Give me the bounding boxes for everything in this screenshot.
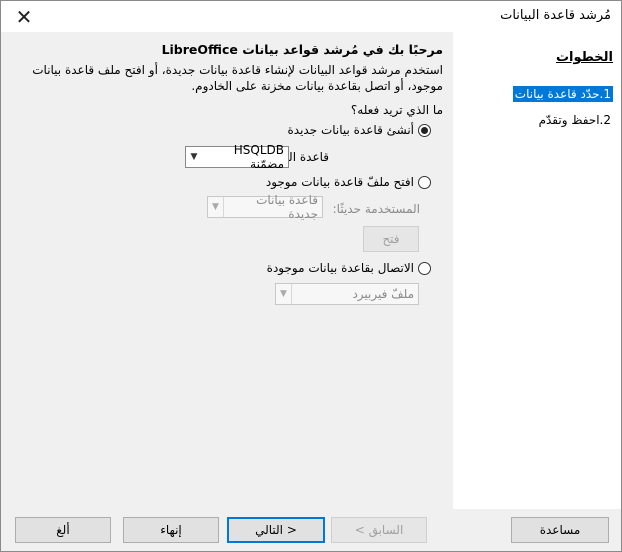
connect-type-select[interactable]: ملفّ فيربيرد ▼ — [275, 283, 419, 305]
option-connect-existing[interactable]: الاتصال بقاعدة بيانات موجودة — [267, 261, 431, 275]
window-title: مُرشد قاعدة البيانات — [500, 8, 611, 23]
recent-select[interactable]: قاعدة بيانات جديدة ▼ — [207, 193, 323, 221]
back-button[interactable]: < السابق — [331, 517, 427, 543]
steps-pane: الخطوات 1.حدّد قاعدة بيانات 2.احفظ وتقدّ… — [451, 32, 621, 510]
steps-heading: الخطوات — [555, 50, 613, 65]
welcome-heading: مرحبًا بك في مُرشد قواعد بيانات LibreOff… — [161, 42, 443, 57]
description-text: استخدم مرشد قواعد البيانات لإنشاء قاعدة … — [32, 63, 443, 93]
question-label: ما الذي تريد فعله؟ — [350, 103, 443, 117]
option-create-new-label: أنشئ قاعدة بيانات جديدة — [287, 123, 414, 137]
option-open-existing[interactable]: افتح ملفّ قاعدة بيانات موجود — [266, 175, 431, 189]
option-create-new[interactable]: أنشئ قاعدة بيانات جديدة — [287, 123, 431, 137]
option-open-existing-label: افتح ملفّ قاعدة بيانات موجود — [265, 175, 414, 189]
close-icon[interactable]: ✕ — [1, 1, 47, 32]
step-save-and-proceed[interactable]: 2.احفظ وتقدّم — [537, 112, 613, 128]
chevron-down-icon: ▼ — [190, 152, 198, 162]
step-select-database[interactable]: 1.حدّد قاعدة بيانات — [512, 86, 613, 102]
open-button[interactable]: فتح — [363, 226, 419, 252]
finish-button[interactable]: إنهاء — [123, 517, 219, 543]
chevron-down-icon: ▼ — [208, 197, 224, 217]
button-bar: مساعدة < السابق التالي > إنهاء ألغ — [1, 509, 621, 551]
help-button[interactable]: مساعدة — [511, 517, 609, 543]
chevron-down-icon: ▼ — [276, 284, 292, 304]
cancel-button[interactable]: ألغ — [15, 517, 111, 543]
recent-value: قاعدة بيانات جديدة — [256, 193, 318, 221]
title-bar: ✕ مُرشد قاعدة البيانات — [1, 1, 621, 32]
radio-create-new[interactable] — [418, 123, 431, 137]
main-content: مرحبًا بك في مُرشد قواعد بيانات LibreOff… — [1, 32, 453, 510]
next-button[interactable]: التالي > — [227, 517, 325, 543]
connect-type-value: ملفّ فيربيرد — [352, 287, 414, 301]
option-connect-existing-label: الاتصال بقاعدة بيانات موجودة — [266, 261, 414, 275]
database-wizard-window: word-web.comword-web.comword-web.comword… — [0, 0, 622, 552]
embedded-db-value: HSQLDB مضمّنة — [233, 143, 284, 171]
embedded-db-select[interactable]: HSQLDB مضمّنة ▼ — [185, 143, 289, 171]
radio-open-existing[interactable] — [418, 175, 431, 189]
radio-connect-existing[interactable] — [418, 261, 431, 275]
recent-label: المستخدمة حديثًا: — [332, 202, 420, 216]
